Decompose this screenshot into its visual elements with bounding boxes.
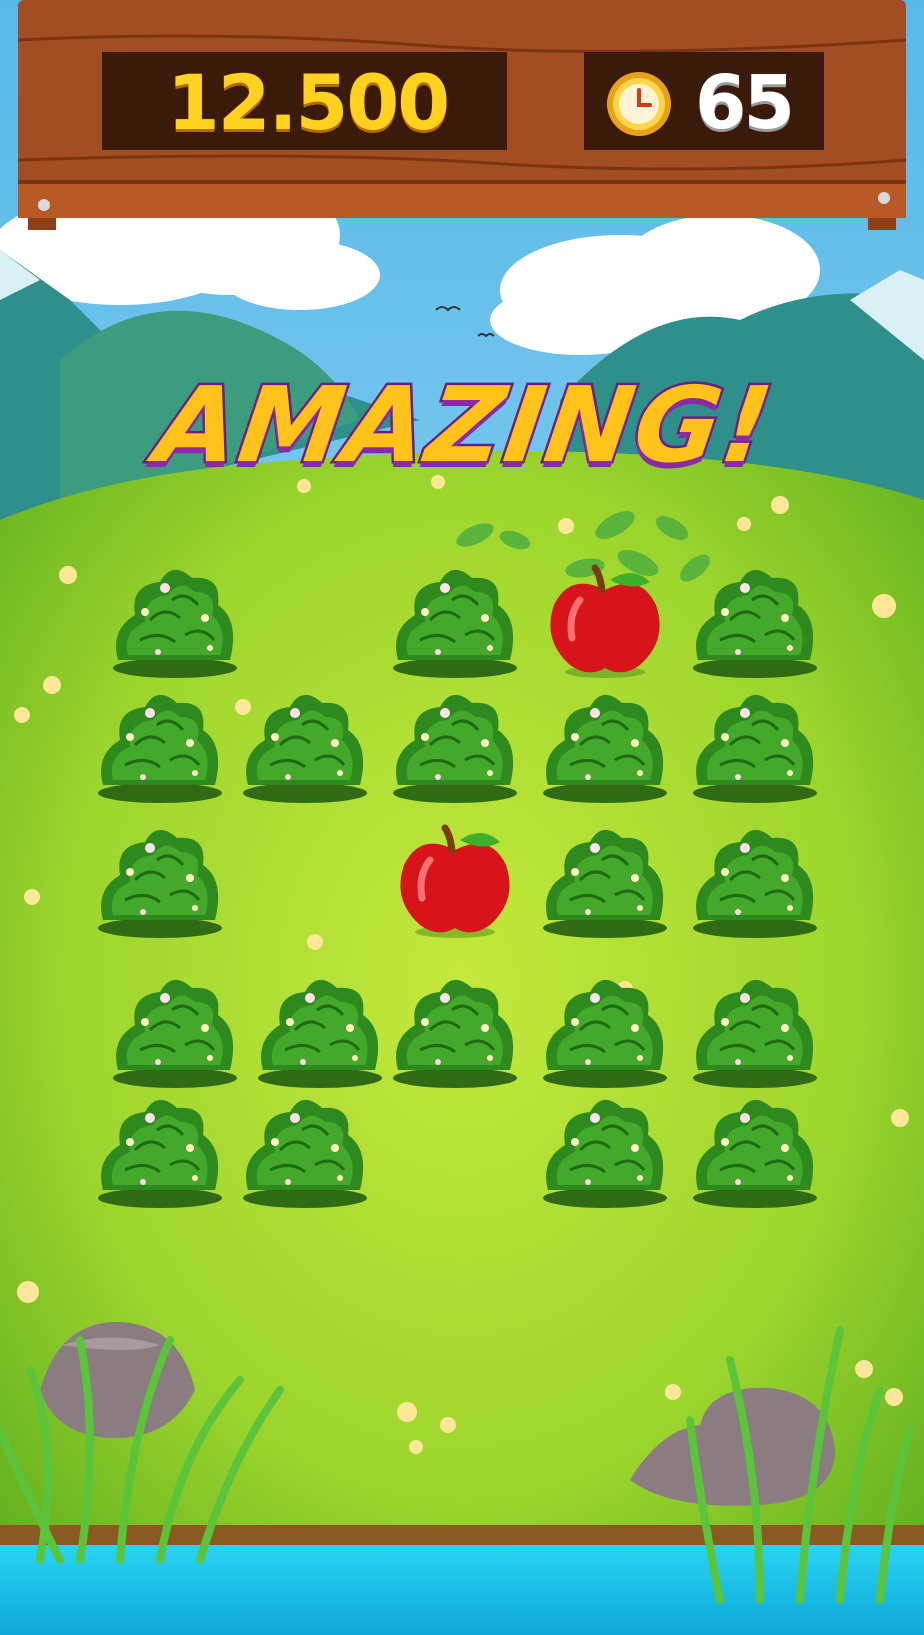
bush-tile[interactable] xyxy=(95,685,225,805)
combo-banner: AMAZING! xyxy=(140,355,790,495)
bush-tile[interactable] xyxy=(110,560,240,680)
bush-tile[interactable] xyxy=(390,970,520,1090)
bush-tile[interactable] xyxy=(540,970,670,1090)
bush-tile[interactable] xyxy=(690,1090,820,1210)
bush-tile[interactable] xyxy=(95,1090,225,1210)
bush-tile[interactable] xyxy=(390,560,520,680)
bush-tile[interactable] xyxy=(540,685,670,805)
bush-tile[interactable] xyxy=(110,970,240,1090)
game-background xyxy=(0,0,924,1635)
board-cell-empty xyxy=(255,560,385,680)
bush-tile[interactable] xyxy=(240,685,370,805)
bush-tile[interactable] xyxy=(690,685,820,805)
bush-tile[interactable] xyxy=(95,820,225,940)
bush-tile[interactable] xyxy=(690,560,820,680)
dirt-bank xyxy=(0,1525,924,1547)
bush-tile[interactable] xyxy=(540,820,670,940)
bush-tile[interactable] xyxy=(690,970,820,1090)
bush-tile[interactable] xyxy=(540,1090,670,1210)
board-cell-empty xyxy=(240,820,370,940)
apple-tile[interactable] xyxy=(390,820,520,940)
bush-tile[interactable] xyxy=(390,685,520,805)
bush-tile[interactable] xyxy=(255,970,385,1090)
bush-tile[interactable] xyxy=(240,1090,370,1210)
timer-value: 65 xyxy=(695,60,795,146)
clock-icon xyxy=(607,72,671,136)
score-value: 12.500 xyxy=(166,58,450,147)
banner-text: AMAZING! xyxy=(147,362,784,489)
apple-tile[interactable] xyxy=(540,560,670,680)
water xyxy=(0,1545,924,1635)
board-cell-empty xyxy=(390,1090,520,1210)
bush-tile[interactable] xyxy=(690,820,820,940)
